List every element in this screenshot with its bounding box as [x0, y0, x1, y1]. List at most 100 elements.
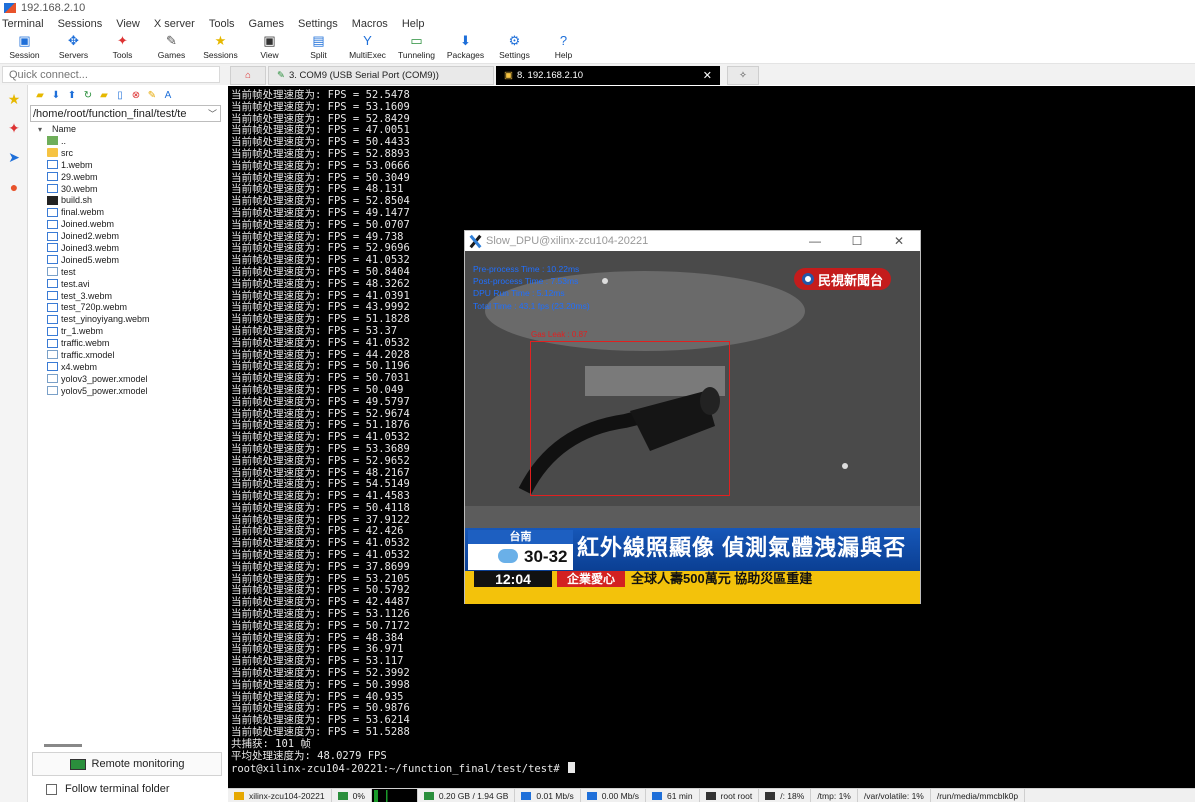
close-tab-icon[interactable]: ✕ [703, 69, 712, 82]
line-prefix: 当前帧处理速度为: FPS = [231, 124, 366, 137]
send-icon[interactable]: ➤ [0, 143, 28, 172]
file-item[interactable]: test_720p.webm [28, 301, 223, 313]
overlay-line: DPU Run Time : 5.12ms [473, 288, 565, 299]
tab-home[interactable]: ⌂ [230, 66, 266, 85]
path-field[interactable]: /home/root/function_final/test/te ﹀ [30, 105, 221, 122]
left-icon-strip: ★ ✦ ➤ ● [0, 85, 28, 802]
delete-icon[interactable]: ⊗ [130, 90, 142, 101]
video-file-icon [47, 219, 58, 229]
file-item[interactable]: traffic.xmodel [28, 349, 223, 361]
file-item[interactable]: test_yinoyiyang.webm [28, 313, 223, 325]
remote-monitoring-label: Remote monitoring [91, 758, 185, 770]
file-item[interactable]: 30.webm [28, 183, 223, 195]
tools-button[interactable]: ✦ Tools [98, 31, 147, 64]
tab-ssh[interactable]: ▣ 8. 192.168.2.10 ✕ [496, 66, 720, 85]
menu-item-x-server[interactable]: X server [154, 18, 195, 30]
file-item[interactable]: build.sh [28, 194, 223, 206]
checkbox-box[interactable] [46, 783, 57, 795]
servers-button[interactable]: ✥ Servers [49, 31, 98, 64]
sessions-button[interactable]: ★ Sessions [196, 31, 245, 64]
refresh-icon[interactable]: ↻ [82, 90, 94, 101]
file-item[interactable]: traffic.webm [28, 337, 223, 349]
file-item[interactable]: test_3.webm [28, 290, 223, 302]
menu-item-tools[interactable]: Tools [209, 18, 235, 30]
maximize-button[interactable]: ☐ [836, 234, 878, 248]
minimize-button[interactable]: — [794, 234, 836, 248]
help-button[interactable]: ? Help [539, 31, 588, 64]
menu-item-sessions[interactable]: Sessions [58, 18, 103, 30]
tools-strip-icon[interactable]: ✦ [0, 114, 28, 143]
status-bar: xilinx-zcu104-20221 0% 0.20 GB / 1.94 GB 0.… [228, 788, 1195, 802]
video-window[interactable]: Slow_DPU@xilinx-zcu104-20221 — ☐ ✕ Pre-p… [464, 230, 921, 604]
sftp-icon[interactable]: ● [0, 172, 28, 201]
video-window-titlebar[interactable]: Slow_DPU@xilinx-zcu104-20221 — ☐ ✕ [465, 231, 920, 251]
follow-terminal-checkbox[interactable]: Follow terminal folder [46, 783, 170, 795]
fps-value: 53.0666 [365, 159, 410, 172]
multiexec-button[interactable]: Y MultiExec [343, 31, 392, 64]
terminal-pane[interactable]: 当前帧处理速度为: FPS = 52.5478 当前帧处理速度为: FPS = 5… [228, 86, 1195, 788]
menu-item-view[interactable]: View [116, 18, 140, 30]
file-item[interactable]: Joined.webm [28, 218, 223, 230]
close-button[interactable]: ✕ [878, 234, 920, 248]
settings-button[interactable]: ⚙ Settings [490, 31, 539, 64]
menu-item-help[interactable]: Help [402, 18, 425, 30]
new-tab-button[interactable]: ✧ [727, 66, 759, 85]
file-item[interactable]: 29.webm [28, 171, 223, 183]
menu-item-games[interactable]: Games [249, 18, 284, 30]
file-item[interactable]: yolov5_power.xmodel [28, 385, 223, 397]
file-name: 1.webm [61, 159, 93, 170]
menu-item-macros[interactable]: Macros [352, 18, 388, 30]
fps-value: 54.5149 [365, 478, 410, 491]
session-button[interactable]: ▣ Session [0, 31, 49, 64]
remote-monitoring-button[interactable]: Remote monitoring [32, 752, 222, 776]
status-item: xilinx-zcu104-20221 [228, 789, 332, 802]
games-button[interactable]: ✎ Games [147, 31, 196, 64]
fps-value: 50.9876 [365, 702, 410, 715]
packages-button[interactable]: ⬇ Packages [441, 31, 490, 64]
video-file-icon [47, 184, 58, 193]
rename-icon[interactable]: ✎ [146, 90, 158, 101]
view-button[interactable]: ▣ View [245, 31, 294, 64]
file-item[interactable]: tr_1.webm [28, 325, 223, 337]
new-file-icon[interactable]: ▯ [114, 90, 126, 101]
file-item[interactable]: test [28, 266, 223, 278]
split-button[interactable]: ▤ Split [294, 31, 343, 64]
status-text: /: 18% [780, 790, 805, 801]
menu-item-terminal[interactable]: Terminal [2, 18, 44, 30]
menu-item-settings[interactable]: Settings [298, 18, 338, 30]
file-item[interactable]: Joined2.webm [28, 230, 223, 242]
tab-com9[interactable]: ✎ 3. COM9 (USB Serial Port (COM9)) [268, 66, 494, 85]
file-item[interactable]: Joined5.webm [28, 254, 223, 266]
fps-value: 53.117 [365, 655, 404, 668]
file-item[interactable]: .. [28, 135, 223, 147]
title-bar: 192.168.2.10 [0, 0, 1195, 16]
status-text: /var/volatile: 1% [863, 790, 924, 801]
new-folder-icon[interactable]: ▰ [98, 90, 110, 101]
star-icon[interactable]: ★ [0, 85, 28, 114]
file-item[interactable]: test.avi [28, 278, 223, 290]
tunneling-button[interactable]: ▭ Tunneling [392, 31, 441, 64]
file-name: yolov5_power.xmodel [61, 385, 148, 396]
file-item[interactable]: yolov3_power.xmodel [28, 373, 223, 385]
file-name: build.sh [61, 195, 93, 206]
file-item[interactable]: 1.webm [28, 159, 223, 171]
terminal-prompt-line[interactable]: root@xilinx-zcu104-20221:~/function_fina… [231, 762, 576, 776]
line-prefix: 当前帧处理速度为: FPS = [231, 89, 366, 101]
download-icon[interactable]: ⬇ [50, 90, 62, 101]
quick-connect-input[interactable] [2, 66, 220, 83]
resize-handle[interactable] [44, 744, 82, 747]
file-item[interactable]: src [28, 147, 223, 159]
video-file-icon [47, 255, 58, 265]
file-item[interactable]: Joined3.webm [28, 242, 223, 254]
fps-value: 37.8699 [365, 560, 410, 573]
upload-icon[interactable]: ⬆ [66, 90, 78, 101]
text-icon[interactable]: A [162, 90, 174, 101]
fps-value: 48.384 [365, 631, 404, 644]
file-item[interactable]: final.webm [28, 206, 223, 218]
open-folder-icon[interactable]: ▰ [34, 90, 46, 101]
file-item[interactable]: x4.webm [28, 361, 223, 373]
x-server-icon [468, 234, 482, 248]
chevron-down-icon[interactable]: ﹀ [208, 107, 220, 120]
fps-value: 44.2028 [365, 348, 410, 361]
column-header-name[interactable]: ▾ Name [28, 123, 223, 135]
